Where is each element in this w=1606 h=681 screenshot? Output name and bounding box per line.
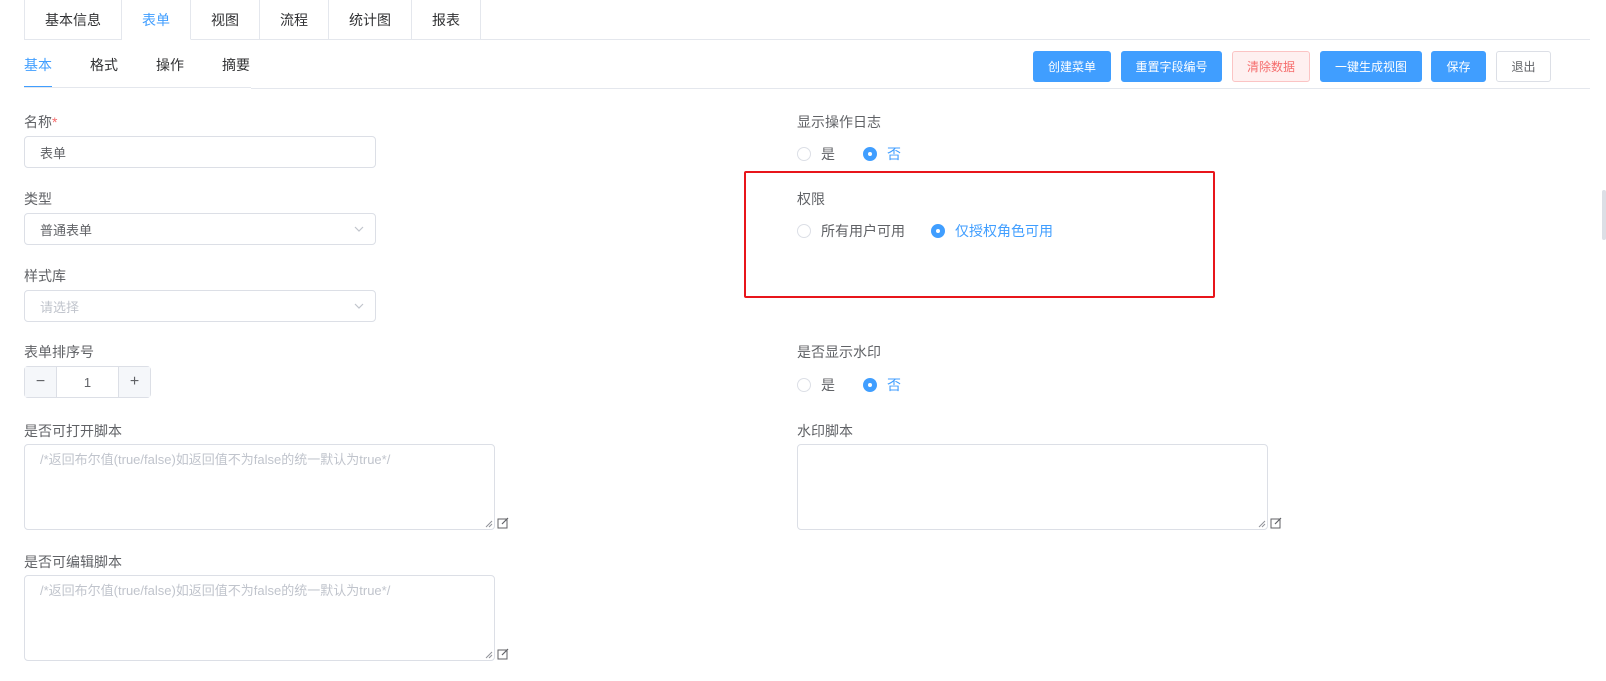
radio-label: 是 xyxy=(821,146,835,162)
watermark-no-radio[interactable]: 否 xyxy=(863,375,901,395)
required-mark: * xyxy=(52,114,58,130)
tab-flow[interactable]: 流程 xyxy=(260,0,329,40)
type-label: 类型 xyxy=(24,191,52,207)
name-label-text: 名称 xyxy=(24,114,52,130)
type-select-value: 普通表单 xyxy=(40,222,93,238)
tab-basic-info[interactable]: 基本信息 xyxy=(25,0,122,40)
sub-tabs: 基本 格式 操作 摘要 xyxy=(24,52,288,88)
show-log-no-radio[interactable]: 否 xyxy=(863,144,901,164)
resize-handle-icon[interactable] xyxy=(1258,520,1266,528)
clear-data-button[interactable]: 清除数据 xyxy=(1232,51,1310,82)
edit-icon[interactable] xyxy=(497,517,509,529)
watermark-script-label: 水印脚本 xyxy=(797,423,853,439)
chevron-down-icon xyxy=(354,226,364,232)
radio-label: 否 xyxy=(887,377,901,393)
radio-circle xyxy=(797,147,811,161)
sort-no-label: 表单排序号 xyxy=(24,344,94,360)
scrollbar[interactable] xyxy=(1598,0,1606,681)
edit-icon[interactable] xyxy=(497,648,509,660)
resize-handle-icon[interactable] xyxy=(485,520,493,528)
type-select[interactable]: 普通表单 xyxy=(24,213,376,245)
edit-script-textarea[interactable]: /*返回布尔值(true/false)如返回值不为false的统一默认为true… xyxy=(24,575,495,661)
show-log-yes-radio[interactable]: 是 xyxy=(797,144,835,164)
name-input[interactable]: 表单 xyxy=(24,136,376,168)
create-menu-button[interactable]: 创建菜单 xyxy=(1033,51,1111,82)
subtab-basic[interactable]: 基本 xyxy=(24,52,52,88)
edit-icon[interactable] xyxy=(1270,517,1282,529)
scrollbar-thumb[interactable] xyxy=(1602,190,1606,240)
style-lib-placeholder: 请选择 xyxy=(40,299,80,315)
style-lib-select[interactable]: 请选择 xyxy=(24,290,376,322)
name-input-value: 表单 xyxy=(40,145,67,161)
top-tabs: 基本信息 表单 视图 流程 统计图 报表 xyxy=(24,0,481,40)
sort-no-stepper: − 1 + xyxy=(24,366,151,398)
permission-all-users-radio[interactable]: 所有用户可用 xyxy=(797,221,905,241)
top-tabs-divider xyxy=(470,39,1590,40)
tab-view[interactable]: 视图 xyxy=(191,0,260,40)
chevron-down-icon xyxy=(354,303,364,309)
radio-circle xyxy=(863,378,877,392)
increment-button[interactable]: + xyxy=(118,367,150,397)
watermark-yes-radio[interactable]: 是 xyxy=(797,375,835,395)
decrement-button[interactable]: − xyxy=(25,367,57,397)
tab-chart[interactable]: 统计图 xyxy=(329,0,412,40)
radio-label: 所有用户可用 xyxy=(821,223,905,239)
open-script-placeholder: /*返回布尔值(true/false)如返回值不为false的统一默认为true… xyxy=(40,452,391,467)
edit-script-placeholder: /*返回布尔值(true/false)如返回值不为false的统一默认为true… xyxy=(40,583,391,598)
permission-label: 权限 xyxy=(797,191,825,207)
edit-script-label: 是否可编辑脚本 xyxy=(24,554,122,570)
watermark-script-textarea[interactable] xyxy=(797,444,1268,530)
generate-view-button[interactable]: 一键生成视图 xyxy=(1320,51,1422,82)
radio-circle xyxy=(797,224,811,238)
resize-handle-icon[interactable] xyxy=(485,651,493,659)
save-button[interactable]: 保存 xyxy=(1431,51,1486,82)
name-label: 名称* xyxy=(24,112,57,132)
radio-label: 仅授权角色可用 xyxy=(955,223,1053,239)
permission-authorized-roles-radio[interactable]: 仅授权角色可用 xyxy=(931,221,1053,241)
show-watermark-label: 是否显示水印 xyxy=(797,344,881,360)
tab-report[interactable]: 报表 xyxy=(412,0,481,40)
subtab-operation[interactable]: 操作 xyxy=(156,52,184,88)
radio-circle xyxy=(931,224,945,238)
show-log-label: 显示操作日志 xyxy=(797,114,881,130)
reset-field-number-button[interactable]: 重置字段编号 xyxy=(1121,51,1222,82)
radio-label: 否 xyxy=(887,146,901,162)
radio-circle xyxy=(797,378,811,392)
style-lib-label: 样式库 xyxy=(24,268,66,284)
sub-tabs-divider xyxy=(24,87,251,88)
radio-circle xyxy=(863,147,877,161)
tab-form[interactable]: 表单 xyxy=(122,0,191,40)
exit-button[interactable]: 退出 xyxy=(1496,51,1551,82)
open-script-label: 是否可打开脚本 xyxy=(24,423,122,439)
header-divider xyxy=(251,88,1590,89)
sort-no-input[interactable]: 1 xyxy=(57,367,118,397)
subtab-format[interactable]: 格式 xyxy=(90,52,118,88)
open-script-textarea[interactable]: /*返回布尔值(true/false)如返回值不为false的统一默认为true… xyxy=(24,444,495,530)
radio-label: 是 xyxy=(821,377,835,393)
subtab-summary[interactable]: 摘要 xyxy=(222,52,250,88)
